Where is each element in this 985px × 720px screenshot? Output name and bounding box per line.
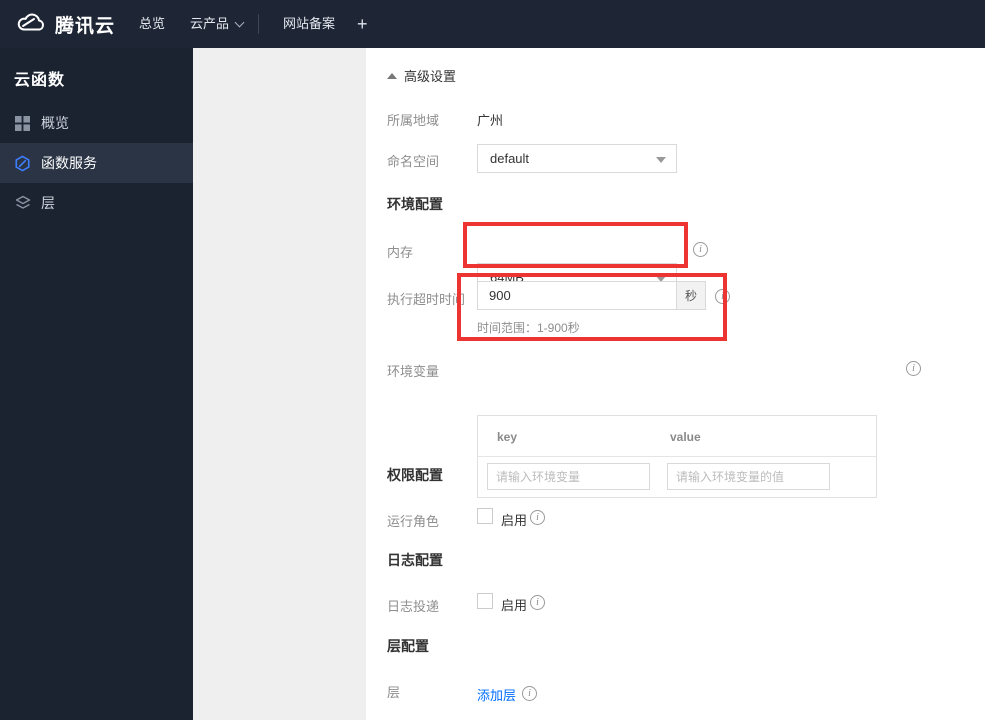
log-delivery-info-icon[interactable] <box>530 595 545 610</box>
sidebar-item-label: 层 <box>41 195 55 211</box>
grid-icon <box>14 115 31 132</box>
timeout-label: 执行超时时间 <box>387 292 466 307</box>
add-layer-link[interactable]: 添加层 <box>477 685 516 704</box>
brand-name: 腾讯云 <box>55 15 116 37</box>
sidebar-item-overview[interactable]: 概览 <box>0 103 193 143</box>
env-vars-value-header: value <box>670 430 701 444</box>
namespace-select[interactable]: default <box>477 144 677 173</box>
memory-label: 内存 <box>387 245 414 260</box>
permission-config-heading: 权限配置 <box>387 467 443 483</box>
namespace-label: 命名空间 <box>387 154 440 169</box>
topbar: 腾讯云 总览 云产品 网站备案 + <box>0 0 985 48</box>
run-role-info-icon[interactable] <box>530 510 545 525</box>
layer-label: 层 <box>387 685 401 700</box>
log-config-heading: 日志配置 <box>387 552 443 568</box>
timeout-unit: 秒 <box>676 281 706 310</box>
advanced-settings-label: 高级设置 <box>404 69 457 84</box>
add-tab-button[interactable]: + <box>357 0 368 48</box>
nav-divider <box>258 14 259 34</box>
env-vars-table: key value <box>477 415 877 498</box>
run-role-label: 运行角色 <box>387 514 440 529</box>
tencent-cloud-logo[interactable]: 腾讯云 <box>15 0 115 48</box>
cloud-logo-icon <box>15 10 47 39</box>
function-hexagon-icon <box>14 154 31 172</box>
env-var-key-input[interactable] <box>487 463 650 490</box>
region-value: 广州 <box>477 113 504 128</box>
layer-config-heading: 层配置 <box>387 638 429 654</box>
nav-icp-filing[interactable]: 网站备案 <box>283 0 335 48</box>
nav-cloud-products[interactable]: 云产品 <box>190 0 245 48</box>
collapse-triangle-icon <box>387 72 397 79</box>
log-delivery-enable-label: 启用 <box>501 598 528 613</box>
nav-overview[interactable]: 总览 <box>139 0 165 48</box>
sidebar: 云函数 概览 函数服务 层 <box>0 48 193 720</box>
run-role-enable-checkbox[interactable] <box>477 508 493 524</box>
sidebar-item-label: 函数服务 <box>41 155 97 171</box>
sidebar-item-function-service[interactable]: 函数服务 <box>0 143 193 183</box>
namespace-selected-value: default <box>490 151 530 166</box>
env-vars-key-header: key <box>497 430 518 444</box>
timeout-info-icon[interactable] <box>715 289 730 304</box>
env-var-value-input[interactable] <box>667 463 830 490</box>
nav-cloud-products-label: 云产品 <box>190 16 230 31</box>
advanced-settings-toggle[interactable]: 高级设置 <box>387 66 456 85</box>
caret-down-icon <box>656 157 666 163</box>
run-role-enable-label: 启用 <box>501 513 528 528</box>
env-vars-label: 环境变量 <box>387 364 440 379</box>
timeout-input-group: 秒 <box>477 281 706 310</box>
timeout-range-hint: 时间范围：1-900秒 <box>477 321 580 335</box>
log-delivery-enable-checkbox[interactable] <box>477 593 493 609</box>
annotation-memory-highlight <box>463 222 688 268</box>
secondary-panel <box>193 48 366 720</box>
timeout-input[interactable] <box>477 281 677 310</box>
chevron-down-icon <box>234 17 245 28</box>
log-delivery-label: 日志投递 <box>387 599 440 614</box>
layers-icon <box>14 195 31 212</box>
add-layer-info-icon[interactable] <box>522 686 537 701</box>
sidebar-item-layers[interactable]: 层 <box>0 183 193 223</box>
env-vars-info-icon[interactable] <box>906 361 921 376</box>
memory-info-icon[interactable] <box>693 242 708 257</box>
sidebar-item-label: 概览 <box>41 115 69 131</box>
region-label: 所属地域 <box>387 113 440 128</box>
table-header-divider <box>478 456 876 457</box>
env-config-heading: 环境配置 <box>387 196 443 212</box>
main-content: 高级设置 所属地域 广州 命名空间 default 环境配置 内存 64MB 执… <box>366 48 985 720</box>
sidebar-menu: 概览 函数服务 层 <box>0 103 193 223</box>
sidebar-title: 云函数 <box>14 72 66 89</box>
